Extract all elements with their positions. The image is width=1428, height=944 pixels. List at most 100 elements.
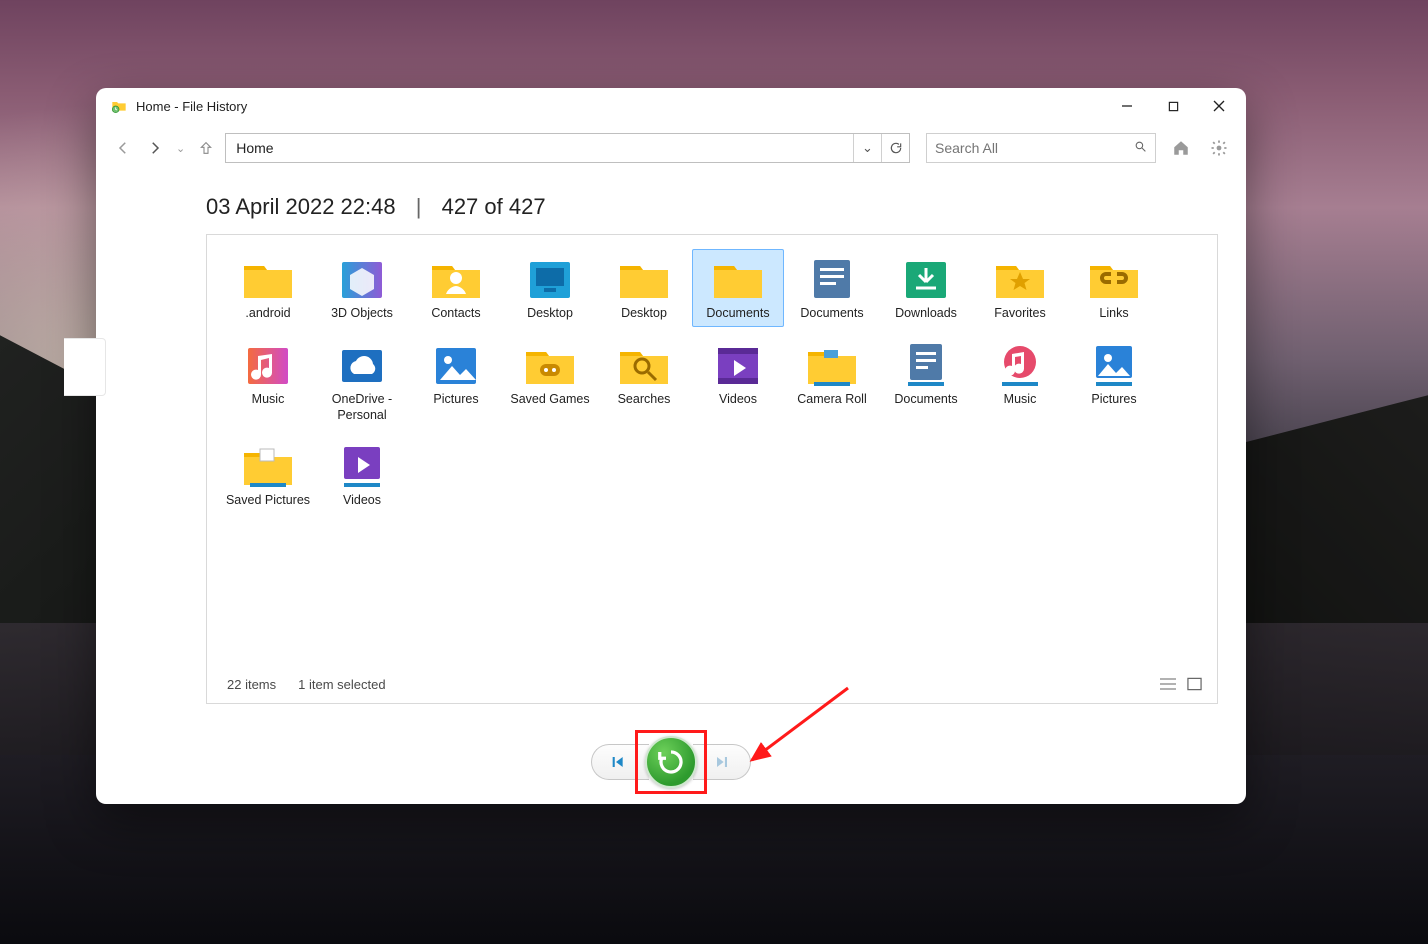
search-input[interactable] [935,140,1134,156]
file-item[interactable]: .android [222,249,314,327]
videos2-icon [334,441,390,489]
documents-lib2-icon [898,340,954,388]
music-lib-icon [992,340,1048,388]
file-item-label: Documents [695,306,781,322]
onedrive-icon [334,340,390,388]
next-version-button[interactable] [693,744,751,780]
file-item[interactable]: Music [222,335,314,428]
toolbar: ⌄ ⌄ [96,124,1246,172]
previous-version-button[interactable] [591,744,649,780]
status-bar: 22 items 1 item selected [221,669,1211,699]
app-icon [110,97,128,115]
file-item[interactable]: Documents [880,335,972,428]
3dobjects-icon [334,254,390,302]
file-item[interactable]: Desktop [504,249,596,327]
icons-view-button[interactable] [1183,674,1205,694]
file-history-window: Home - File History ⌄ ⌄ [96,88,1246,804]
restore-bar [96,720,1246,804]
file-item[interactable]: Music [974,335,1066,428]
file-item-label: Music [977,392,1063,408]
file-item[interactable]: Videos [316,436,408,514]
desktop-icon [522,254,578,302]
history-dropdown-caret[interactable]: ⌄ [176,142,185,155]
downloads-icon [898,254,954,302]
forward-button[interactable] [142,135,168,161]
home-button[interactable] [1168,135,1194,161]
file-item-label: Documents [789,306,875,322]
maximize-button[interactable] [1150,88,1196,124]
file-item[interactable]: Downloads [880,249,972,327]
savedpictures-icon [240,441,296,489]
file-item[interactable]: Links [1068,249,1160,327]
file-item-label: .android [225,306,311,322]
savedgames-icon [522,340,578,388]
file-item-label: Desktop [601,306,687,322]
file-item-label: 3D Objects [319,306,405,322]
up-button[interactable] [193,135,219,161]
settings-button[interactable] [1206,135,1232,161]
file-item-label: Camera Roll [789,392,875,408]
file-item-label: Documents [883,392,969,408]
search-icon [1134,140,1147,156]
music-icon [240,340,296,388]
folder-icon [710,254,766,302]
snapshot-info: 03 April 2022 22:48 | 427 of 427 [206,172,1218,234]
file-item-label: Pictures [413,392,499,408]
selection-count: 1 item selected [298,677,385,692]
folder-icon [240,254,296,302]
file-item[interactable]: Camera Roll [786,335,878,428]
file-item[interactable]: Videos [692,335,784,428]
file-item-label: Saved Pictures [225,493,311,509]
address-input[interactable] [226,140,853,156]
address-bar[interactable]: ⌄ [225,133,910,163]
file-item[interactable]: 3D Objects [316,249,408,327]
details-view-button[interactable] [1157,674,1179,694]
file-item-label: Searches [601,392,687,408]
file-item[interactable]: Contacts [410,249,502,327]
file-item[interactable]: Documents [692,249,784,327]
file-item-label: Downloads [883,306,969,322]
titlebar: Home - File History [96,88,1246,124]
snapshot-position: 427 of 427 [442,194,546,219]
videos-icon [710,340,766,388]
window-title: Home - File History [136,99,247,114]
pictures-icon [428,340,484,388]
file-item[interactable]: OneDrive - Personal [316,335,408,428]
snapshot-datetime: 03 April 2022 22:48 [206,194,396,219]
item-count: 22 items [227,677,276,692]
file-item[interactable]: Searches [598,335,690,428]
file-item[interactable]: Pictures [410,335,502,428]
file-list-pane[interactable]: .android 3D Objects Contacts Desktop Desktop… [206,234,1218,704]
folder-icon [616,254,672,302]
cameraroll-icon [804,340,860,388]
address-dropdown-button[interactable]: ⌄ [853,134,881,162]
file-item[interactable]: Desktop [598,249,690,327]
contacts-icon [428,254,484,302]
minimize-button[interactable] [1104,88,1150,124]
file-item[interactable]: Saved Games [504,335,596,428]
file-item-label: OneDrive - Personal [319,392,405,423]
refresh-button[interactable] [881,134,909,162]
file-item-label: Desktop [507,306,593,322]
file-item-label: Pictures [1071,392,1157,408]
back-button[interactable] [110,135,136,161]
file-item-label: Videos [319,493,405,509]
file-grid: .android 3D Objects Contacts Desktop Desktop… [221,247,1211,669]
file-item-label: Saved Games [507,392,593,408]
search-box[interactable] [926,133,1156,163]
sidebar-collapsed-stub [64,338,106,396]
restore-button[interactable] [645,736,697,788]
file-item[interactable]: Favorites [974,249,1066,327]
favorites-icon [992,254,1048,302]
searches-icon [616,340,672,388]
file-item[interactable]: Documents [786,249,878,327]
file-item-label: Videos [695,392,781,408]
file-item-label: Music [225,392,311,408]
pictures-lib-icon [1086,340,1142,388]
file-item[interactable]: Saved Pictures [222,436,314,514]
close-button[interactable] [1196,88,1242,124]
file-item-label: Favorites [977,306,1063,322]
file-item[interactable]: Pictures [1068,335,1160,428]
documents-lib-icon [804,254,860,302]
links-icon [1086,254,1142,302]
